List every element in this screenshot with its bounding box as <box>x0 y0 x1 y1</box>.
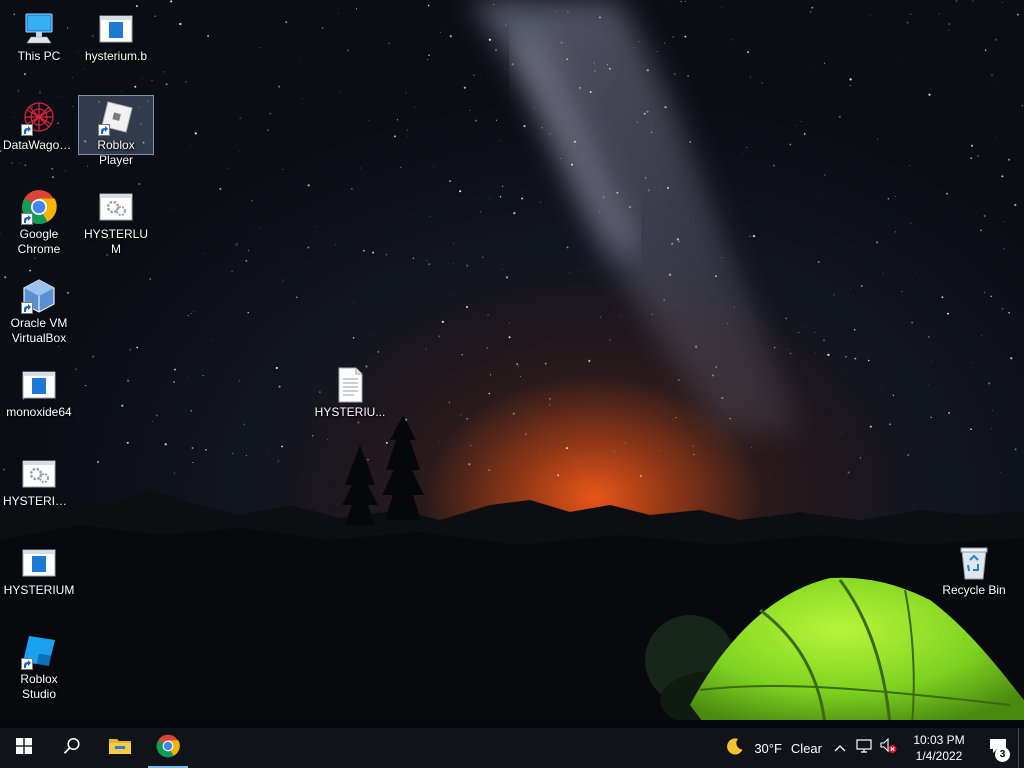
chrome-taskbar-button[interactable] <box>144 728 192 768</box>
datawagon-icon <box>21 100 57 136</box>
desktop-icon-roblox-player[interactable]: Roblox Player <box>78 95 154 167</box>
moon-icon <box>726 737 744 760</box>
desktop-icon-label: Roblox Player <box>97 138 135 167</box>
application-window-icon <box>21 545 57 581</box>
desktop-icon-label: HYSTERIUM <box>3 583 75 597</box>
desktop-icon-datawagon[interactable]: DataWagon... <box>1 95 77 154</box>
desktop-icon-hysterium-settings[interactable]: HYSTERIUM... <box>1 451 77 510</box>
network-disconnected-icon <box>855 738 873 759</box>
search-button[interactable] <box>48 728 96 768</box>
desktop-icon-label: hysterium.b <box>84 49 148 63</box>
clock-time: 10:03 PM <box>913 733 965 747</box>
application-window-icon <box>21 367 57 403</box>
desktop-icon-label: Roblox Studio <box>20 672 58 701</box>
search-icon <box>63 737 81 760</box>
desktop-icon-hysterium-b[interactable]: hysterium.b <box>78 6 154 65</box>
system-tray: 30°F Clear 10:03 PM 1/4/2022 3 <box>720 728 1024 768</box>
file-explorer-button[interactable] <box>96 728 144 768</box>
show-hidden-icons-button[interactable] <box>828 728 852 768</box>
desktop-icon-label: Recycle Bin <box>942 583 1006 597</box>
windows-logo-icon <box>16 737 32 759</box>
shortcut-arrow-icon <box>21 124 33 136</box>
volume-button[interactable] <box>876 728 900 768</box>
desktop-icon-roblox-studio[interactable]: Roblox Studio <box>1 629 77 703</box>
desktop-icon-hysterium[interactable]: HYSTERIUM <box>1 540 77 599</box>
chevron-up-icon <box>834 739 846 757</box>
weather-temperature: 30°F <box>754 740 782 756</box>
desktop-icon-label: Google Chrome <box>17 227 61 256</box>
settings-file-icon <box>21 456 57 492</box>
weather-widget[interactable]: 30°F Clear <box>720 728 828 768</box>
taskbar: 30°F Clear 10:03 PM 1/4/2022 3 <box>0 728 1024 768</box>
application-window-icon <box>98 11 134 47</box>
desktop-icon-hysterlum[interactable]: HYSTERLUM <box>78 184 154 258</box>
shortcut-arrow-icon <box>21 213 33 225</box>
show-desktop-button[interactable] <box>1018 728 1024 768</box>
shortcut-arrow-icon <box>21 658 33 670</box>
recycle-bin-icon <box>956 545 992 581</box>
text-document-icon <box>332 367 368 403</box>
desktop-icon-recycle-bin[interactable]: Recycle Bin <box>936 540 1012 599</box>
desktop-icon-this-pc[interactable]: This PC <box>1 6 77 65</box>
desktop-icon-label: Oracle VM VirtualBox <box>10 316 68 345</box>
virtualbox-icon <box>21 278 57 314</box>
settings-file-icon <box>98 189 134 225</box>
roblox-studio-icon <box>21 634 57 670</box>
start-button[interactable] <box>0 728 48 768</box>
folder-icon <box>108 736 132 761</box>
this-pc-icon <box>21 11 57 47</box>
clock[interactable]: 10:03 PM 1/4/2022 <box>904 732 974 764</box>
volume-muted-icon <box>879 737 897 759</box>
desktop-icon-label: HYSTERIU... <box>314 405 386 419</box>
chrome-icon <box>21 189 57 225</box>
action-center-button[interactable]: 3 <box>978 728 1018 768</box>
shortcut-arrow-icon <box>21 302 33 314</box>
desktop-icon-label: HYSTERLUM <box>83 227 148 256</box>
desktop-icon-label: This PC <box>17 49 61 63</box>
desktop-icon-virtualbox[interactable]: Oracle VM VirtualBox <box>1 273 77 347</box>
desktop-icon-label: DataWagon... <box>3 138 76 152</box>
chrome-icon <box>156 734 180 763</box>
desktop-icon-label: monoxide64 <box>6 405 72 419</box>
desktop-icon-google-chrome[interactable]: Google Chrome <box>1 184 77 258</box>
notification-count-badge: 3 <box>995 747 1010 762</box>
desktop-icon-label: HYSTERIUM... <box>3 494 76 508</box>
desktop-icon-hysteriu-text[interactable]: HYSTERIU... <box>312 362 388 421</box>
clock-date: 1/4/2022 <box>915 749 963 763</box>
roblox-player-icon <box>98 100 134 136</box>
network-button[interactable] <box>852 728 876 768</box>
desktop-icon-monoxide64[interactable]: monoxide64 <box>1 362 77 421</box>
shortcut-arrow-icon <box>98 124 110 136</box>
weather-description: Clear <box>790 740 822 756</box>
